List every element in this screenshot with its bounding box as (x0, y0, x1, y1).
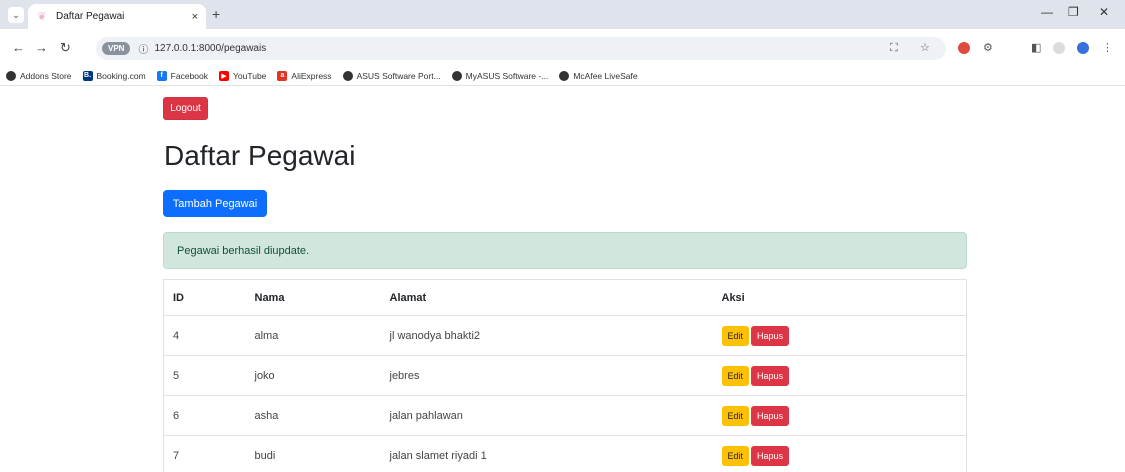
cell-alamat: jebres (380, 355, 713, 396)
delete-button[interactable]: Hapus (751, 445, 790, 466)
profile-avatar-icon[interactable] (1053, 42, 1065, 54)
cell-aksi: Edit Hapus (712, 435, 967, 472)
bookmark-label: Facebook (170, 70, 208, 81)
booking-icon: B. (82, 70, 93, 81)
edit-button[interactable]: Edit (721, 325, 750, 346)
logout-button[interactable]: Logout (163, 97, 208, 120)
globe-icon (451, 70, 462, 81)
success-alert: Pegawai berhasil diupdate. (163, 232, 967, 269)
delete-button[interactable]: Hapus (751, 325, 790, 346)
new-tab-icon[interactable]: + (212, 6, 220, 22)
page-title: Daftar Pegawai (164, 140, 356, 171)
cell-nama: budi (245, 435, 381, 472)
back-icon[interactable]: ← (12, 40, 25, 55)
bookmarks-bar: Addons Store B. Booking.com f Facebook ▶ YouTu… (0, 66, 1125, 86)
cell-nama: joko (245, 355, 381, 396)
delete-button[interactable]: Hapus (751, 365, 790, 386)
cell-alamat: jalan pahlawan (380, 395, 713, 436)
bookmark-item[interactable]: MyASUS Software -... (451, 70, 549, 81)
bookmark-item[interactable]: a AliExpress (277, 70, 332, 81)
restore-icon[interactable]: ❐ (1068, 5, 1079, 19)
edit-button[interactable]: Edit (721, 405, 750, 426)
vpn-badge[interactable]: VPN (102, 42, 131, 55)
globe-icon (342, 70, 353, 81)
table-header-row: ID Nama Alamat Aksi (163, 279, 967, 316)
close-window-icon[interactable]: ✕ (1099, 5, 1109, 19)
bookmark-label: Booking.com (96, 70, 146, 81)
bookmark-label: YouTube (233, 70, 267, 81)
bookmark-item[interactable]: f Facebook (156, 70, 208, 81)
bookmark-item[interactable]: ▶ YouTube (219, 70, 267, 81)
site-info-icon[interactable]: ⓘ (138, 41, 148, 56)
cell-aksi: Edit Hapus (712, 315, 967, 356)
favicon-icon: ❦ (37, 11, 47, 23)
table-row: 4 alma jl wanodya bhakti2 Edit Hapus (163, 315, 967, 356)
cell-id: 6 (163, 395, 246, 436)
minimize-icon[interactable]: — (1041, 5, 1053, 19)
column-header-alamat: Alamat (380, 279, 713, 316)
tab-title: Daftar Pegawai (56, 11, 125, 22)
url-text[interactable]: 127.0.0.1:8000/pegawais (154, 43, 266, 54)
table-row: 6 asha jalan pahlawan Edit Hapus (163, 395, 967, 436)
aliexpress-icon: a (277, 70, 288, 81)
bookmark-label: ASUS Software Port... (356, 70, 441, 81)
add-employee-button[interactable]: Tambah Pegawai (163, 190, 267, 217)
cell-id: 5 (163, 355, 246, 396)
youtube-icon: ▶ (219, 70, 229, 81)
extensions-icon[interactable]: ⚙ (983, 41, 993, 54)
translate-icon[interactable]: ⛶ (890, 42, 898, 55)
tab-strip: ⌄ ❦ Daftar Pegawai × + — ❐ ✕ (0, 0, 1125, 29)
column-header-nama: Nama (245, 279, 381, 316)
browser-tab[interactable]: ❦ Daftar Pegawai × (28, 4, 206, 29)
facebook-icon: f (156, 70, 167, 81)
column-header-id: ID (163, 279, 246, 316)
column-header-aksi: Aksi (712, 279, 967, 316)
cell-nama: asha (245, 395, 381, 436)
side-panel-icon[interactable]: ◧ (1031, 41, 1041, 54)
cell-nama: alma (245, 315, 381, 356)
browser-toolbar: ← → ↻ VPN ⓘ 127.0.0.1:8000/pegawais ⛶ ☆ … (0, 29, 1125, 66)
edit-button[interactable]: Edit (721, 445, 750, 466)
table-row: 5 joko jebres Edit Hapus (163, 355, 967, 396)
bookmark-item[interactable]: McAfee LiveSafe (559, 70, 638, 81)
bookmark-item[interactable]: Addons Store (6, 70, 72, 81)
employee-table: ID Nama Alamat Aksi 4 alma jl wanodya bhak… (163, 279, 967, 472)
bookmark-item[interactable]: B. Booking.com (82, 70, 146, 81)
bookmark-label: MyASUS Software -... (465, 70, 549, 81)
tab-search-icon[interactable]: ⌄ (8, 7, 24, 23)
table-row: 7 budi jalan slamet riyadi 1 Edit Hapus (163, 435, 967, 472)
reload-icon[interactable]: ↻ (60, 40, 71, 56)
adblock-extension-icon[interactable] (958, 42, 970, 54)
shield-extension-icon[interactable] (1077, 42, 1089, 54)
bookmark-star-icon[interactable]: ☆ (920, 41, 930, 54)
bookmark-label: AliExpress (291, 70, 332, 81)
globe-icon (559, 70, 570, 81)
forward-icon[interactable]: → (35, 40, 48, 55)
edit-button[interactable]: Edit (721, 365, 750, 386)
addons-icon (6, 70, 16, 81)
bookmark-label: Addons Store (20, 70, 72, 81)
cell-aksi: Edit Hapus (712, 355, 967, 396)
cell-id: 7 (163, 435, 246, 472)
delete-button[interactable]: Hapus (751, 405, 790, 426)
tab-close-icon[interactable]: × (192, 11, 198, 23)
menu-icon[interactable]: ⋮ (1102, 41, 1113, 54)
bookmark-label: McAfee LiveSafe (573, 70, 638, 81)
cell-aksi: Edit Hapus (712, 395, 967, 436)
bookmark-item[interactable]: ASUS Software Port... (342, 70, 441, 81)
cell-alamat: jalan slamet riyadi 1 (380, 435, 713, 472)
address-bar[interactable]: VPN ⓘ 127.0.0.1:8000/pegawais (96, 37, 946, 60)
cell-id: 4 (163, 315, 246, 356)
cell-alamat: jl wanodya bhakti2 (380, 315, 713, 356)
